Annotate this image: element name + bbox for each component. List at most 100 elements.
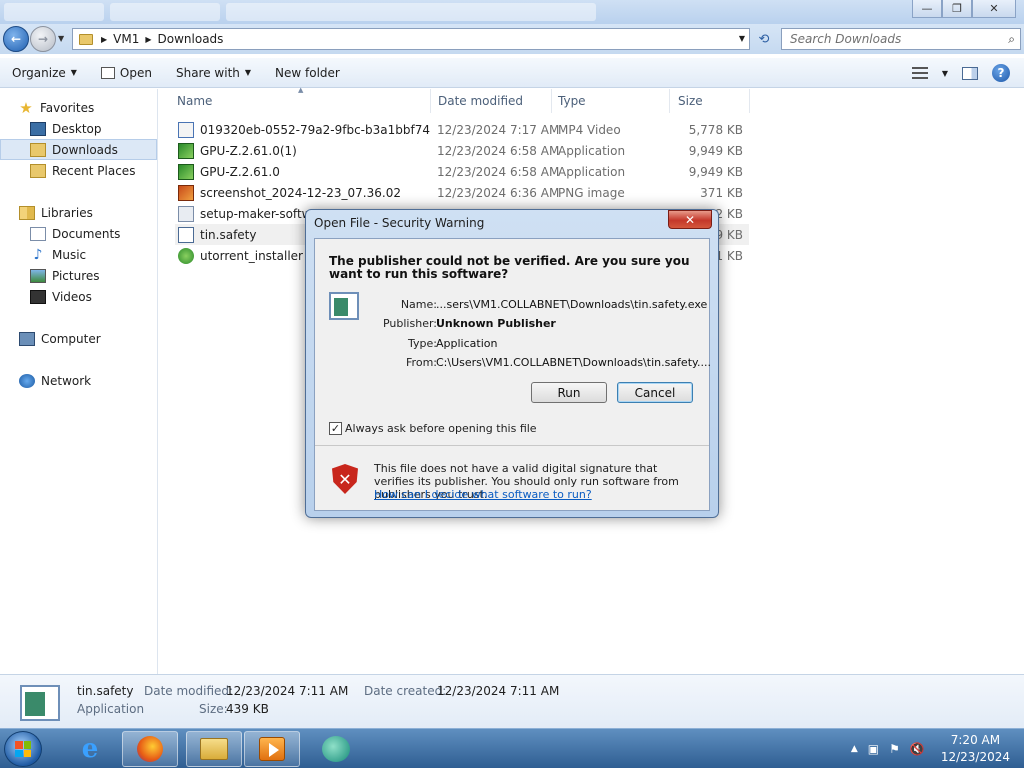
application-icon <box>20 685 60 721</box>
internet-explorer-icon: e <box>81 734 99 764</box>
file-name: 019320eb-0552-79a2-9fbc-b3a1bbf74e9a <box>200 122 430 137</box>
file-type: MP4 Video <box>558 122 621 137</box>
breadcrumb-vm1[interactable]: VM1 <box>113 32 139 46</box>
search-input[interactable]: Search Downloads ⌕ <box>781 28 1021 50</box>
application-icon <box>178 226 194 243</box>
nav-computer[interactable]: Computer <box>0 328 157 349</box>
file-date: 12/23/2024 6:36 AM <box>437 185 560 200</box>
start-button[interactable] <box>4 731 42 767</box>
dialog-question: The publisher could not be verified. Are… <box>329 254 690 281</box>
column-header-name[interactable]: Name ▲ <box>159 86 431 113</box>
breadcrumb: ▶ VM1 ▶ Downloads <box>101 32 223 46</box>
file-row[interactable]: GPU-Z.2.61.0(1) 12/23/2024 6:58 AM Appli… <box>175 140 749 161</box>
setup-file-icon <box>178 205 194 222</box>
column-date-label: Date modified <box>438 94 524 108</box>
minimize-button[interactable]: — <box>912 0 942 18</box>
clock[interactable]: 7:20 AM 12/23/2024 <box>935 732 1016 766</box>
chevron-down-icon: ▼ <box>244 68 252 77</box>
preview-pane-icon[interactable] <box>962 66 978 80</box>
videos-icon <box>30 289 46 304</box>
column-header-type[interactable]: Type <box>552 89 670 113</box>
nav-network[interactable]: Network <box>0 370 157 391</box>
network-tray-icon[interactable]: ▣ <box>868 742 879 756</box>
column-header-date[interactable]: Date modified <box>432 89 552 113</box>
run-button[interactable]: Run <box>531 382 607 403</box>
publisher-value: Unknown Publisher <box>436 317 556 330</box>
taskbar-media-player[interactable] <box>244 731 300 767</box>
chevron-right-icon[interactable]: ▶ <box>145 35 151 44</box>
file-type: PNG image <box>558 185 625 200</box>
file-size: 9 KB <box>715 227 743 242</box>
always-ask-label[interactable]: Always ask before opening this file <box>345 422 537 435</box>
file-size: 9,949 KB <box>688 143 743 158</box>
taskbar-internet-explorer[interactable]: e <box>62 731 118 767</box>
recent-pages-dropdown-icon[interactable]: ▼ <box>58 34 64 43</box>
messenger-icon <box>322 736 350 762</box>
refresh-icon[interactable]: ⟲ <box>754 29 774 49</box>
nav-libraries[interactable]: Libraries <box>0 202 157 223</box>
help-icon[interactable]: ? <box>992 64 1010 82</box>
nav-music[interactable]: ♪ Music <box>0 244 157 265</box>
search-icon[interactable]: ⌕ <box>1008 32 1015 47</box>
chevron-right-icon[interactable]: ▶ <box>101 35 107 44</box>
file-row[interactable]: 019320eb-0552-79a2-9fbc-b3a1bbf74e9a 12/… <box>175 119 749 140</box>
open-label: Open <box>119 65 152 80</box>
cancel-button[interactable]: Cancel <box>617 382 693 403</box>
nav-libraries-label: Libraries <box>41 205 93 220</box>
chevron-down-icon[interactable]: ▼ <box>942 69 948 78</box>
new-folder-button[interactable]: New folder <box>263 58 352 87</box>
share-with-button[interactable]: Share with ▼ <box>164 58 263 87</box>
details-file-kind: Application <box>77 702 145 716</box>
back-button[interactable]: ← <box>3 26 29 52</box>
open-button[interactable]: Open <box>89 58 164 87</box>
action-center-flag-icon[interactable]: ⚑ <box>889 742 900 756</box>
share-with-label: Share with <box>175 65 240 80</box>
pictures-icon <box>30 268 46 283</box>
run-label: Run <box>557 385 581 400</box>
taskbar-windows-explorer[interactable] <box>186 731 242 767</box>
type-label: Type: <box>408 337 437 350</box>
help-link[interactable]: How can I decide what software to run? <box>374 488 592 501</box>
file-size: 5,778 KB <box>688 122 743 137</box>
nav-desktop[interactable]: Desktop <box>0 118 157 139</box>
computer-icon <box>19 331 35 346</box>
nav-pictures[interactable]: Pictures <box>0 265 157 286</box>
nav-documents[interactable]: Documents <box>0 223 157 244</box>
file-row[interactable]: GPU-Z.2.61.0 12/23/2024 6:58 AM Applicat… <box>175 161 749 182</box>
nav-recent-places[interactable]: Recent Places <box>0 160 157 181</box>
details-size: 439 KB <box>226 702 269 716</box>
nav-favorites[interactable]: ★ Favorites <box>18 97 157 118</box>
window-controls: — ❐ ✕ <box>912 0 1016 18</box>
address-dropdown-icon[interactable]: ▼ <box>739 34 745 43</box>
libraries-icon <box>19 205 35 220</box>
views-icon[interactable] <box>911 67 928 79</box>
show-hidden-icons-icon[interactable]: ▲ <box>851 744 858 754</box>
file-size: 371 KB <box>700 185 743 200</box>
always-ask-row[interactable]: ✓ Always ask before opening this file <box>329 422 537 435</box>
organize-button[interactable]: Organize ▼ <box>0 58 89 87</box>
file-size: 2 KB <box>715 206 743 221</box>
taskbar-firefox[interactable] <box>122 731 178 767</box>
nav-videos-label: Videos <box>52 289 92 304</box>
close-button[interactable]: ✕ <box>972 0 1016 18</box>
taskbar-messenger[interactable] <box>308 731 364 767</box>
file-size: 1 KB <box>715 248 743 263</box>
details-date-created-label: Date created: <box>364 684 447 698</box>
name-value: ...sers\VM1.COLLABNET\Downloads\tin.safe… <box>436 298 708 311</box>
file-size: 9,949 KB <box>688 164 743 179</box>
volume-muted-icon[interactable]: 🔇 <box>910 742 925 756</box>
music-icon: ♪ <box>33 246 43 263</box>
nav-downloads[interactable]: Downloads <box>0 139 157 160</box>
address-bar[interactable]: ▶ VM1 ▶ Downloads ▼ <box>72 28 750 50</box>
column-header-size[interactable]: Size <box>670 89 750 113</box>
breadcrumb-downloads[interactable]: Downloads <box>158 32 224 46</box>
nav-videos[interactable]: Videos <box>0 286 157 307</box>
always-ask-checkbox[interactable]: ✓ <box>329 422 342 435</box>
dialog-close-button[interactable]: ✕ <box>668 210 712 229</box>
maximize-button[interactable]: ❐ <box>942 0 972 18</box>
column-name-label: Name <box>177 94 213 108</box>
file-row[interactable]: screenshot_2024-12-23_07.36.02 12/23/202… <box>175 182 749 203</box>
file-date: 12/23/2024 7:17 AM <box>437 122 560 137</box>
column-type-label: Type <box>558 94 586 108</box>
forward-button[interactable]: → <box>30 26 56 52</box>
